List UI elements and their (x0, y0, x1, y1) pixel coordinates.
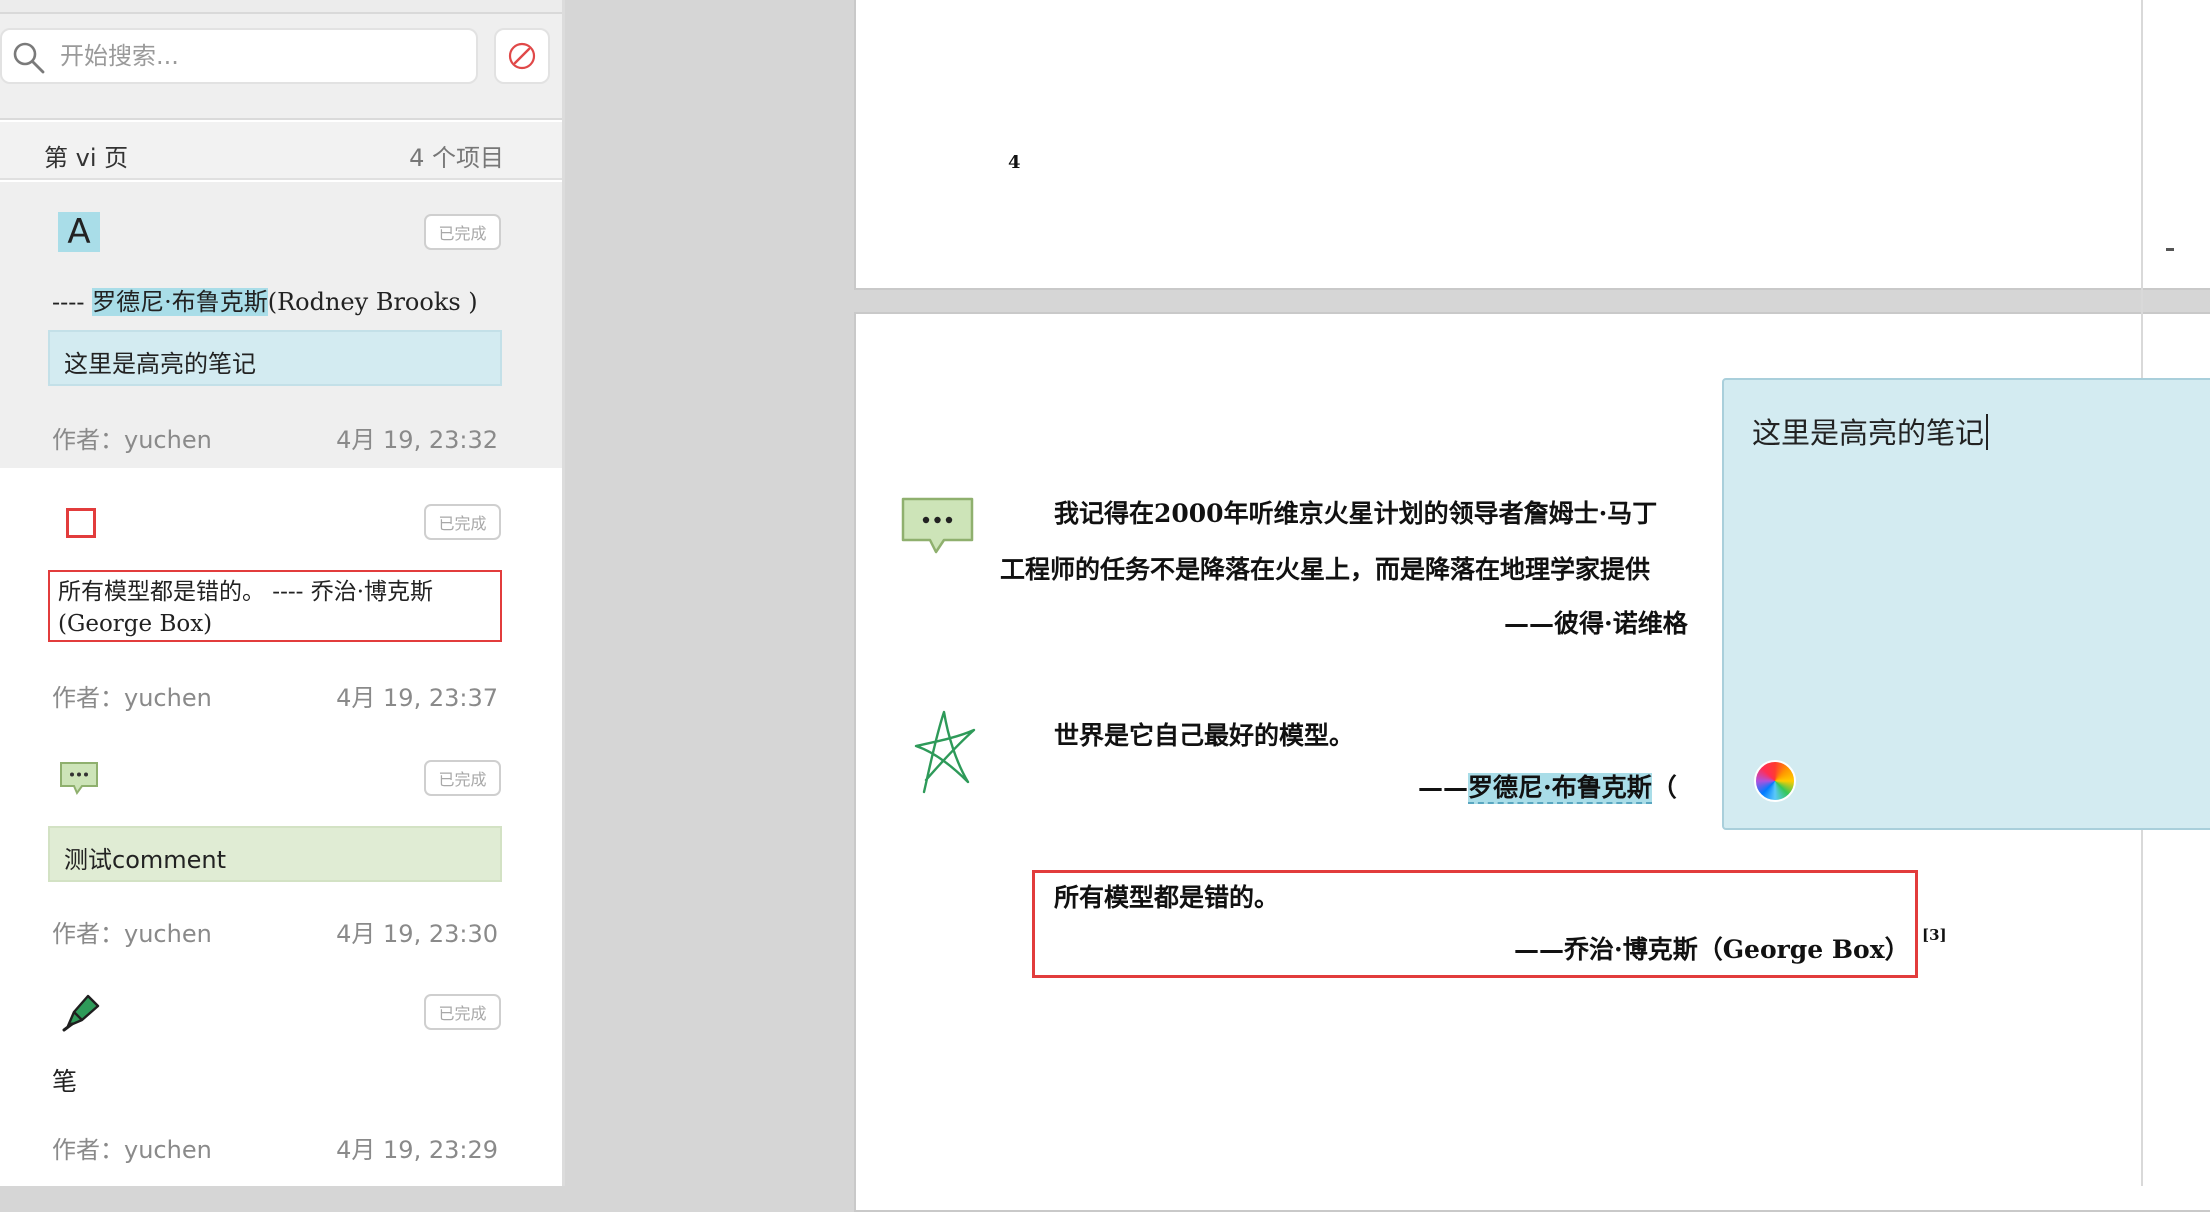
comment-marker-icon[interactable] (900, 496, 976, 558)
annotation-author: 作者：yuchen (52, 684, 212, 712)
sidebar-top-strip (0, 0, 562, 14)
annotation-author: 作者：yuchen (52, 1136, 212, 1164)
annotation-text: 所有模型都是错的。 ---- 乔治·博克斯 (George Box) (48, 570, 502, 642)
note-popup-text[interactable]: 这里是高亮的笔记 (1752, 410, 2210, 452)
text-caret (1986, 414, 1989, 450)
comment-bubble-icon (60, 762, 98, 796)
footnote-ref[interactable]: [3] (1922, 926, 1947, 944)
status-badge[interactable]: 已完成 (424, 994, 501, 1030)
document-page-previous[interactable] (854, 0, 2210, 290)
section-count: 4 个项目 (409, 144, 504, 172)
quote1-author: ——彼得·诺维格 (1504, 609, 1688, 638)
highlighted-text[interactable]: 罗德尼·布鲁克斯 (1468, 773, 1652, 804)
search-box[interactable] (0, 28, 478, 84)
note-popup-content[interactable]: 这里是高亮的笔记 (1752, 416, 1984, 450)
pen-drawing-star[interactable] (912, 706, 978, 798)
quote2-author: ——罗德尼·布鲁克斯（ (1418, 768, 1677, 804)
square-icon (66, 508, 96, 538)
quote2-dash: —— (1418, 773, 1468, 802)
search-input[interactable] (58, 36, 458, 76)
annotation-text-highlight: 罗德尼·布鲁克斯 (92, 288, 268, 316)
quote3-line1: 所有模型都是错的。 (1054, 883, 1280, 912)
filter-button[interactable] (494, 28, 550, 84)
annotation-sidebar: 第 vi 页 4 个项目 A 已完成 ---- 罗德尼·布鲁克斯(Rodney … (0, 0, 565, 1186)
quote2-line1: 世界是它自己最好的模型。 (1054, 721, 1355, 750)
text-highlight-icon: A (58, 212, 100, 252)
annotation-date: 4月 19, 23:30 (336, 920, 498, 948)
quote3-author: ——乔治·博克斯（George Box） (1514, 935, 1910, 964)
annotation-note[interactable]: 这里是高亮的笔记 (48, 330, 502, 386)
quote1-line2: 工程师的任务不是降落在火星上，而是降落在地理学家提供 (1000, 555, 1651, 584)
annotation-text-suffix: (Rodney Brooks ) (267, 288, 478, 316)
note-popup[interactable]: 这里是高亮的笔记 (1722, 378, 2210, 830)
annotation-item-highlight[interactable]: A 已完成 ---- 罗德尼·布鲁克斯(Rodney Brooks ) 这里是高… (0, 182, 562, 468)
page-mark (2166, 248, 2174, 251)
search-icon (13, 42, 45, 74)
annotation-text: 笔 (52, 1067, 78, 1096)
section-title: 第 vi 页 (44, 144, 129, 172)
annotation-item-pen[interactable]: 已完成 笔 作者：yuchen 4月 19, 23:29 (0, 970, 562, 1186)
search-area (0, 14, 562, 120)
status-badge[interactable]: 已完成 (424, 504, 501, 540)
annotation-date: 4月 19, 23:29 (336, 1136, 498, 1164)
annotation-author: 作者：yuchen (52, 426, 212, 454)
status-badge[interactable]: 已完成 (424, 760, 501, 796)
annotation-date: 4月 19, 23:32 (336, 426, 498, 454)
no-filter-icon (508, 42, 536, 70)
color-picker-icon[interactable] (1754, 760, 1796, 802)
annotation-item-rectangle[interactable]: 已完成 所有模型都是错的。 ---- 乔治·博克斯 (George Box) 作… (0, 468, 562, 738)
quote2-author-tail: （ (1651, 773, 1677, 802)
annotation-text-prefix: ---- (52, 288, 93, 316)
annotation-text: ---- 罗德尼·布鲁克斯(Rodney Brooks ) (52, 282, 478, 317)
section-header: 第 vi 页 4 个项目 (0, 122, 562, 180)
page-number: 4 (1008, 152, 1021, 173)
annotation-item-comment[interactable]: 已完成 测试comment 作者：yuchen 4月 19, 23:30 (0, 738, 562, 970)
annotation-date: 4月 19, 23:37 (336, 684, 498, 712)
annotation-author: 作者：yuchen (52, 920, 212, 948)
quote1-line1: 我记得在2000年听维京火星计划的领导者詹姆士·马丁 (1054, 499, 1658, 528)
pen-icon (62, 994, 100, 1032)
status-badge[interactable]: 已完成 (424, 214, 501, 250)
annotation-note[interactable]: 测试comment (48, 826, 502, 882)
